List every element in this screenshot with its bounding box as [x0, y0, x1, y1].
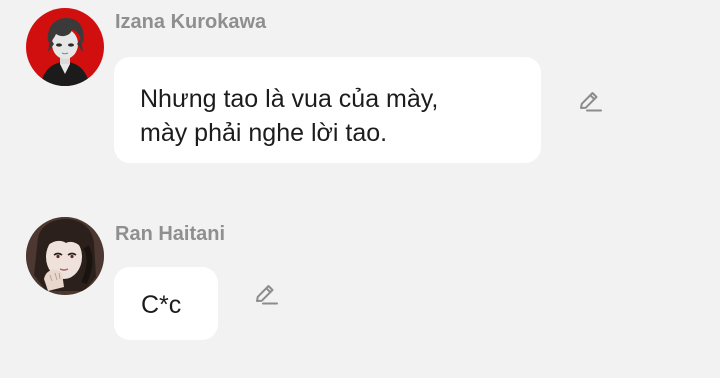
message-text-line: C*c: [141, 291, 182, 319]
pencil-icon: [580, 92, 602, 112]
message-bubble: C*c: [114, 267, 218, 340]
message-bubble: Nhưng tao là vua của mày, mày phải nghe …: [114, 57, 541, 163]
avatar[interactable]: [26, 8, 104, 86]
chat-message: Ran Haitani C*c: [0, 200, 720, 378]
avatar[interactable]: [26, 217, 104, 295]
avatar-image: [26, 8, 104, 86]
message-text-line: Nhưng tao là vua của mày,: [140, 85, 439, 113]
message-text-line: mày phải nghe lời tao.: [140, 119, 388, 147]
sender-name: Izana Kurokawa: [115, 11, 267, 33]
edit-button[interactable]: [575, 87, 603, 115]
chat-message: Izana Kurokawa Nhưng tao là vua của mày,…: [0, 0, 720, 190]
edit-button[interactable]: [251, 280, 279, 308]
pencil-icon: [256, 285, 278, 305]
avatar-image: [26, 217, 104, 295]
sender-name: Ran Haitani: [115, 223, 226, 245]
